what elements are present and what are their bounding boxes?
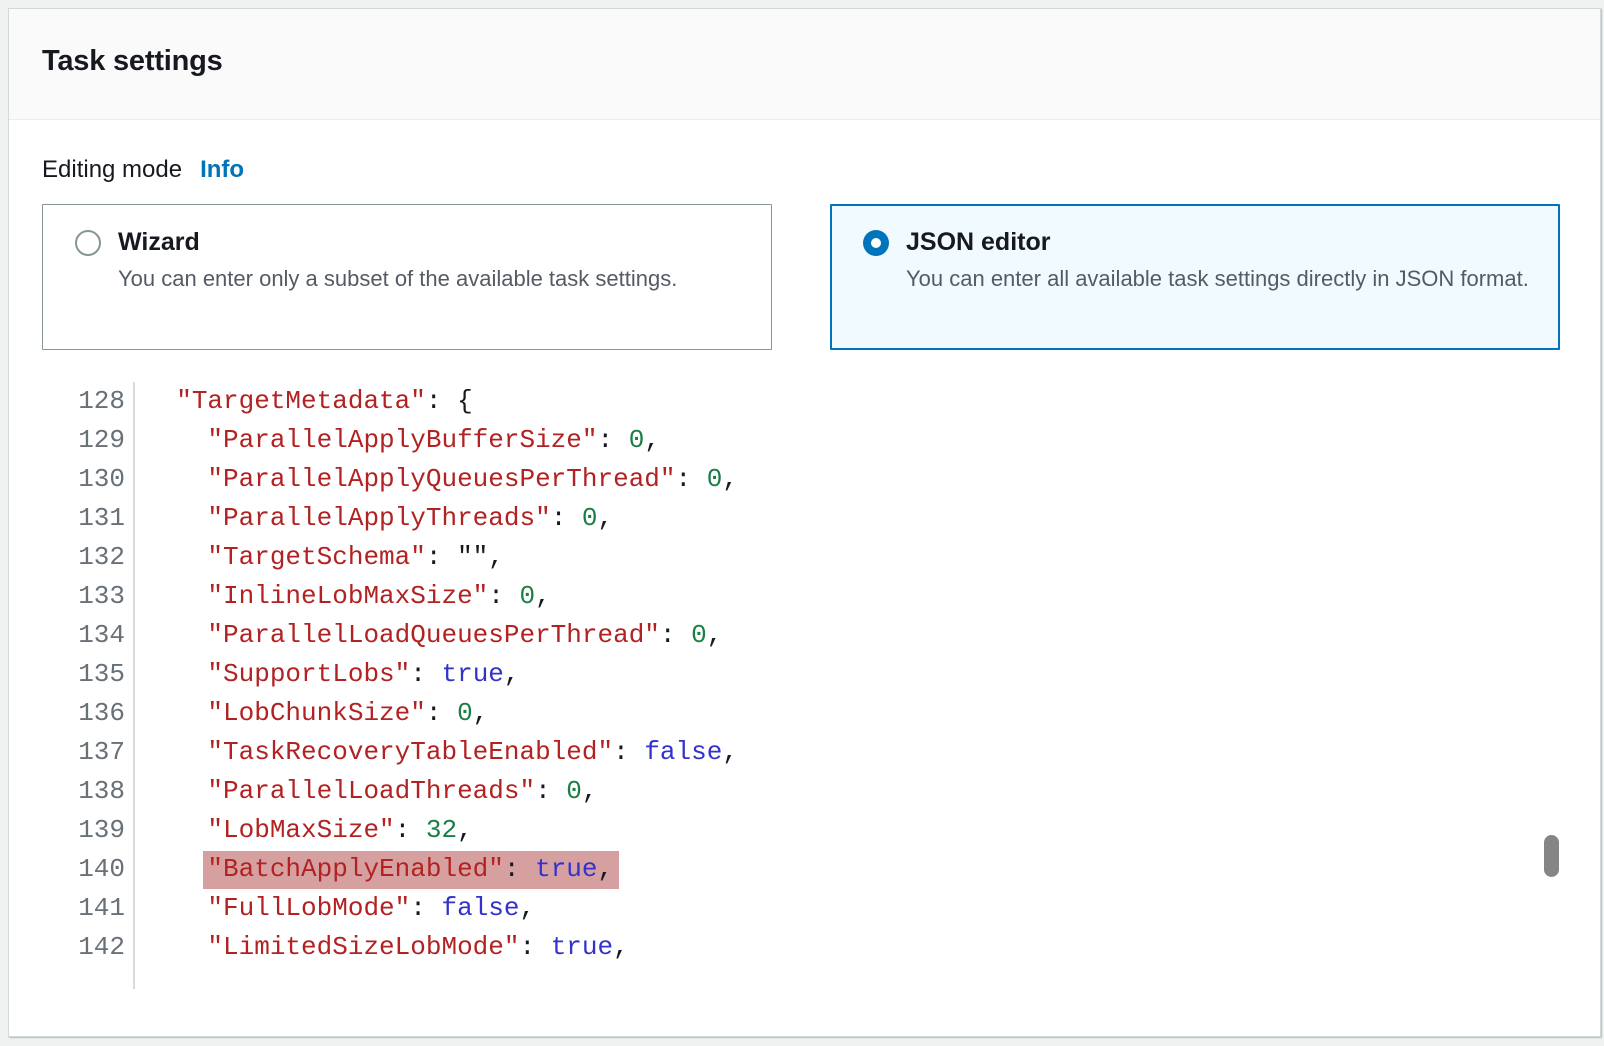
- line-number: 138: [42, 772, 135, 811]
- code-line[interactable]: 135 "SupportLobs": true,: [42, 655, 1600, 694]
- panel-body: Editing mode Info Wizard You can enter on…: [9, 156, 1600, 989]
- line-number: 129: [42, 421, 135, 460]
- code-line-text: "ParallelApplyBufferSize": 0,: [135, 421, 660, 460]
- code-line[interactable]: 133 "InlineLobMaxSize": 0,: [42, 577, 1600, 616]
- line-number: 141: [42, 889, 135, 928]
- code-line-text: "ParallelLoadQueuesPerThread": 0,: [135, 616, 722, 655]
- code-line-text: "TargetMetadata": {: [135, 382, 473, 421]
- line-number: 135: [42, 655, 135, 694]
- option-text: Wizard You can enter only a subset of th…: [118, 227, 677, 331]
- code-line[interactable]: 131 "ParallelApplyThreads": 0,: [42, 499, 1600, 538]
- code-line-text: "ParallelLoadThreads": 0,: [135, 772, 598, 811]
- code-line-text: "LobChunkSize": 0,: [135, 694, 488, 733]
- option-label: Wizard: [118, 227, 677, 258]
- code-line[interactable]: 136 "LobChunkSize": 0,: [42, 694, 1600, 733]
- code-line-text: "ParallelApplyQueuesPerThread": 0,: [135, 460, 738, 499]
- code-line[interactable]: 128 "TargetMetadata": {: [42, 382, 1600, 421]
- code-line-text: "InlineLobMaxSize": 0,: [135, 577, 551, 616]
- code-line-text: "LobMaxSize": 32,: [135, 811, 473, 850]
- panel-title: Task settings: [42, 45, 223, 77]
- line-number: 133: [42, 577, 135, 616]
- code-line-text: "TaskRecoveryTableEnabled": false,: [135, 733, 738, 772]
- line-number: 140: [42, 850, 135, 889]
- option-description: You can enter only a subset of the avail…: [118, 262, 677, 295]
- wizard-radio[interactable]: [75, 230, 101, 256]
- scrollbar-thumb[interactable]: [1544, 835, 1559, 877]
- json-code-editor[interactable]: 128 "TargetMetadata": {129 "ParallelAppl…: [42, 382, 1600, 989]
- line-number: 128: [42, 382, 135, 421]
- line-number: 132: [42, 538, 135, 577]
- line-number: 139: [42, 811, 135, 850]
- code-line-text: "SupportLobs": true,: [135, 655, 520, 694]
- code-line-text: "ParallelApplyThreads": 0,: [135, 499, 613, 538]
- option-description: You can enter all available task setting…: [906, 262, 1529, 295]
- editing-mode-options: Wizard You can enter only a subset of th…: [42, 204, 1560, 350]
- code-line[interactable]: 130 "ParallelApplyQueuesPerThread": 0,: [42, 460, 1600, 499]
- line-number: 131: [42, 499, 135, 538]
- line-number: 142: [42, 928, 135, 967]
- code-line-text: "FullLobMode": false,: [135, 889, 535, 928]
- code-line[interactable]: 141 "FullLobMode": false,: [42, 889, 1600, 928]
- code-line-text: "LimitedSizeLobMode": true,: [135, 928, 629, 967]
- option-card-wizard[interactable]: Wizard You can enter only a subset of th…: [42, 204, 772, 350]
- code-line-text: "TargetSchema": "",: [135, 538, 504, 577]
- code-line[interactable]: 137 "TaskRecoveryTableEnabled": false,: [42, 733, 1600, 772]
- code-line[interactable]: 142 "LimitedSizeLobMode": true,: [42, 928, 1600, 967]
- info-link[interactable]: Info: [200, 156, 244, 183]
- code-line[interactable]: 129 "ParallelApplyBufferSize": 0,: [42, 421, 1600, 460]
- line-number: 136: [42, 694, 135, 733]
- line-number: 137: [42, 733, 135, 772]
- panel-header: Task settings: [9, 9, 1600, 120]
- option-text: JSON editor You can enter all available …: [906, 227, 1529, 331]
- line-number: 134: [42, 616, 135, 655]
- code-line[interactable]: 140 "BatchApplyEnabled": true,: [42, 850, 1600, 889]
- line-number: 130: [42, 460, 135, 499]
- code-line[interactable]: 132 "TargetSchema": "",: [42, 538, 1600, 577]
- option-card-json-editor[interactable]: JSON editor You can enter all available …: [830, 204, 1560, 350]
- editing-mode-label: Editing mode: [42, 156, 182, 183]
- option-label: JSON editor: [906, 227, 1529, 258]
- code-line-text: "BatchApplyEnabled": true,: [135, 850, 613, 889]
- editing-mode-row: Editing mode Info: [42, 156, 1600, 184]
- code-line-tail: [42, 967, 1600, 989]
- json-editor-radio[interactable]: [863, 230, 889, 256]
- line-number: [42, 967, 135, 989]
- highlighted-code-marker: "BatchApplyEnabled": true,: [203, 851, 619, 889]
- code-line[interactable]: 139 "LobMaxSize": 32,: [42, 811, 1600, 850]
- code-line[interactable]: 134 "ParallelLoadQueuesPerThread": 0,: [42, 616, 1600, 655]
- task-settings-panel: Task settings Editing mode Info Wizard Yo…: [8, 8, 1601, 1037]
- code-line[interactable]: 138 "ParallelLoadThreads": 0,: [42, 772, 1600, 811]
